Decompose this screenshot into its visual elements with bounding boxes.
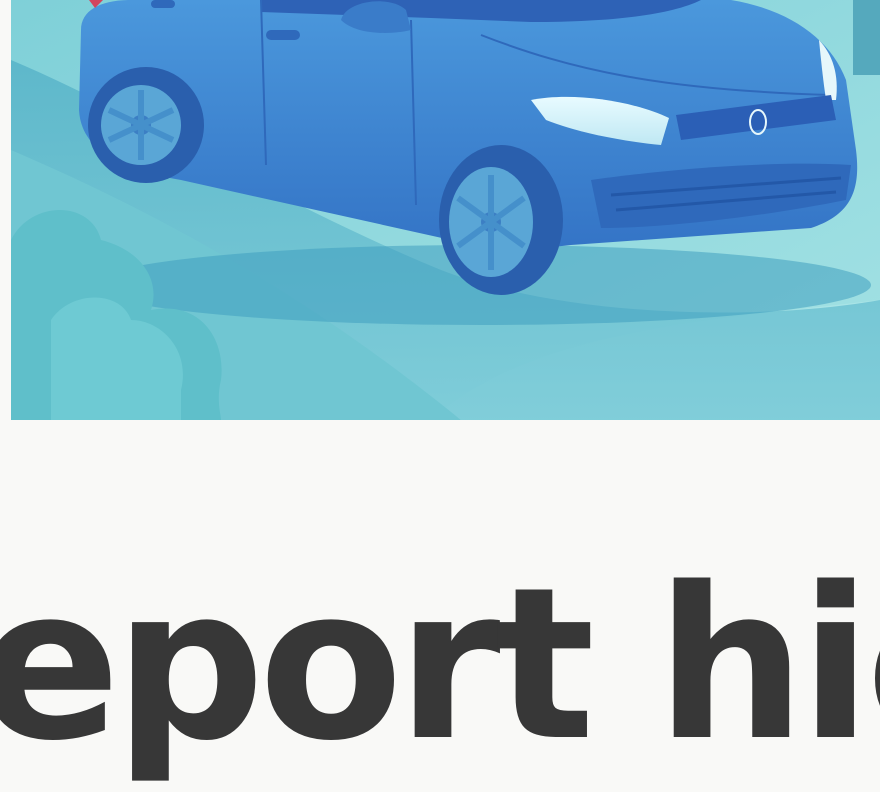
article-headline: eport high xyxy=(0,542,880,787)
page: eport high xyxy=(0,0,880,792)
hero-image xyxy=(11,0,880,420)
car-illustration-icon xyxy=(11,0,880,420)
